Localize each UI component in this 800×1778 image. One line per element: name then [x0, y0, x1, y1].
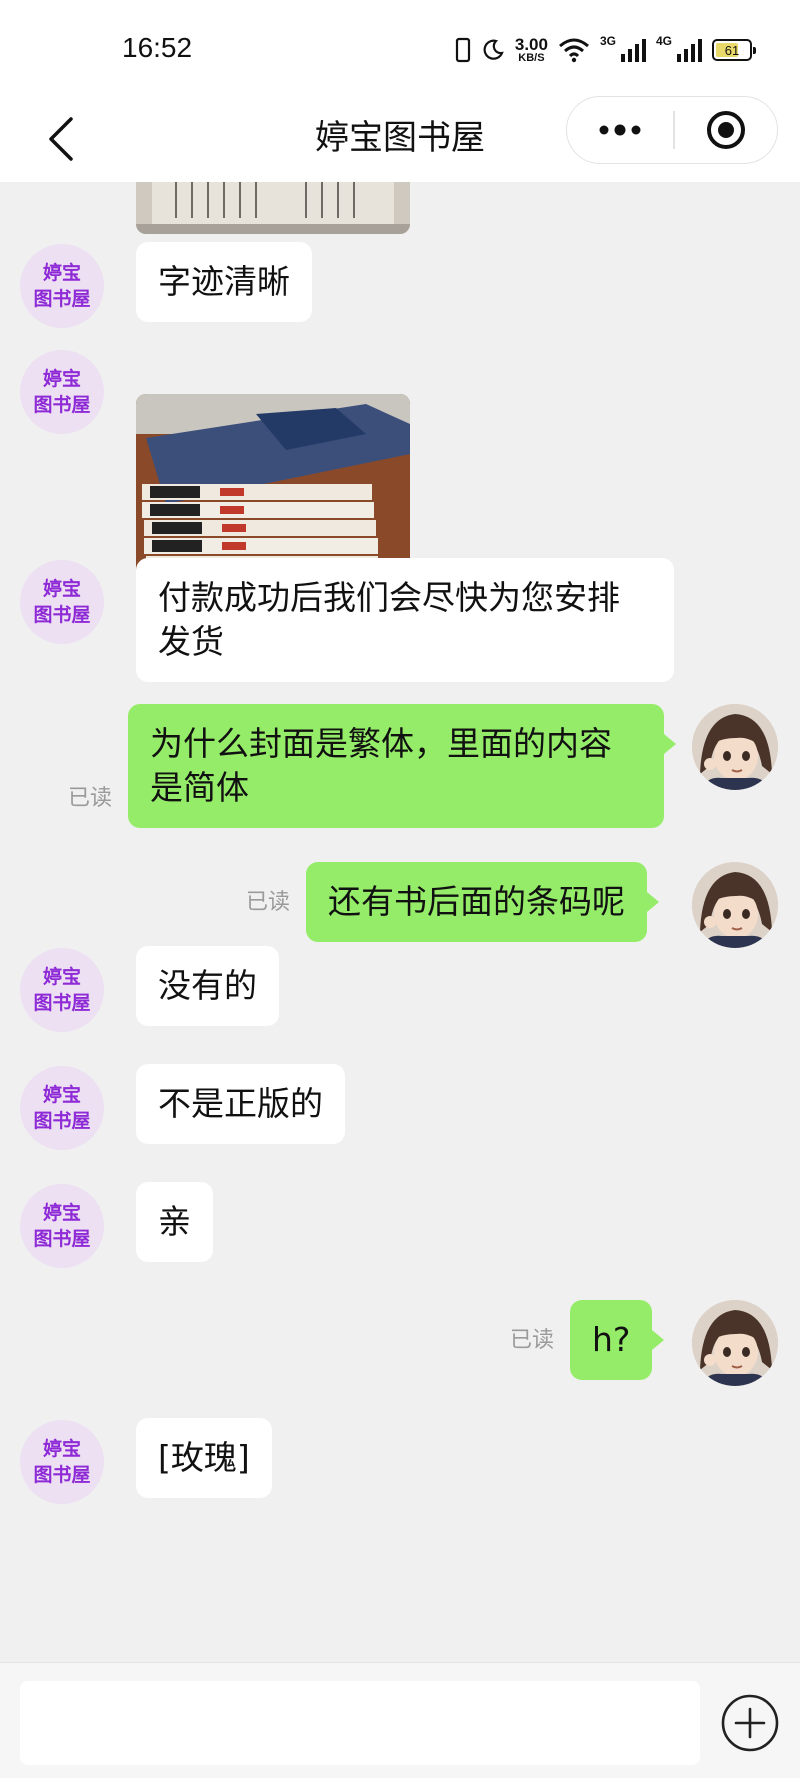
network-speed-unit: KB/S: [518, 52, 545, 64]
status-icons: 3.00 KB/S 3G 4G 61: [455, 32, 756, 68]
read-receipt: 已读: [68, 786, 113, 811]
shop-avatar-line2: 图书屋: [33, 1110, 91, 1132]
status-bar: 16:52 3.00 KB/S 3G 4G 61: [0, 0, 800, 96]
shop-avatar[interactable]: 婷宝 图书屋: [20, 1184, 104, 1268]
shop-avatar-line2: 图书屋: [33, 288, 91, 310]
anime-avatar-image: [692, 862, 778, 948]
shop-avatar-line1: 婷宝: [42, 1438, 81, 1460]
chat-scroll-area[interactable]: 婷宝 图书屋 字迹清晰 婷宝 图书屋 婷宝 图书屋 付款成功后我们会尽快为您安排…: [0, 182, 800, 1662]
network-speed: 3.00 KB/S: [515, 36, 548, 64]
battery-level: 61: [724, 42, 740, 58]
shop-avatar-line1: 婷宝: [42, 966, 81, 988]
close-miniprogram-button[interactable]: [675, 97, 778, 163]
shop-avatar-line2: 图书屋: [33, 1464, 91, 1486]
anime-avatar-image: [692, 1300, 778, 1386]
more-button[interactable]: [567, 97, 673, 163]
user-avatar[interactable]: [692, 1300, 778, 1386]
read-receipt: 已读: [246, 890, 291, 915]
nav-header: 婷宝图书屋: [0, 96, 800, 182]
shop-avatar[interactable]: 婷宝 图书屋: [20, 1420, 104, 1504]
target-close-icon: [706, 111, 745, 149]
input-bar: [0, 1662, 800, 1778]
shop-avatar-line2: 图书屋: [33, 1228, 91, 1250]
more-dots-icon: [599, 124, 641, 136]
shop-avatar-line1: 婷宝: [42, 578, 81, 600]
back-button[interactable]: [30, 106, 90, 172]
shop-avatar[interactable]: 婷宝 图书屋: [20, 350, 104, 434]
shop-avatar-line1: 婷宝: [42, 1084, 81, 1106]
signal-3g-label: 3G: [599, 34, 616, 48]
wifi-icon: [558, 38, 589, 63]
chevron-left-icon: [49, 117, 73, 161]
phone-vibrate-icon: [455, 37, 470, 63]
message-bubble-incoming: 亲: [136, 1182, 213, 1262]
shop-avatar-line1: 婷宝: [42, 368, 81, 390]
signal-4g-label: 4G: [655, 34, 672, 48]
message-bubble-outgoing: 为什么封面是繁体，里面的内容 是简体: [128, 704, 676, 828]
shop-avatar-line2: 图书屋: [33, 394, 91, 416]
book-page-photo: [136, 182, 410, 234]
shop-avatar[interactable]: 婷宝 图书屋: [20, 948, 104, 1032]
moon-icon: [483, 39, 504, 60]
user-avatar[interactable]: [692, 862, 778, 948]
battery-icon: 61: [712, 39, 756, 61]
message-input[interactable]: [20, 1681, 700, 1765]
status-time: 16:52: [122, 32, 193, 63]
image-message-book-page[interactable]: [136, 182, 410, 234]
read-receipt: 已读: [510, 1328, 555, 1353]
miniprogram-capsule: [566, 96, 778, 164]
shop-avatar-line2: 图书屋: [33, 604, 91, 626]
message-bubble-incoming: 没有的: [136, 946, 279, 1026]
message-bubble-incoming: 字迹清晰: [136, 242, 312, 322]
message-bubble-incoming: [玫瑰]: [136, 1418, 272, 1498]
shop-avatar[interactable]: 婷宝 图书屋: [20, 244, 104, 328]
shop-avatar-line2: 图书屋: [33, 992, 91, 1014]
plus-circle-icon: [721, 1694, 779, 1752]
user-avatar[interactable]: [692, 704, 778, 790]
signal-4g-icon: [677, 39, 702, 62]
shop-avatar-line1: 婷宝: [42, 1202, 81, 1224]
network-speed-value: 3.00: [514, 35, 548, 54]
shop-avatar[interactable]: 婷宝 图书屋: [20, 560, 104, 644]
anime-avatar-image: [692, 704, 778, 790]
shop-avatar[interactable]: 婷宝 图书屋: [20, 1066, 104, 1150]
message-bubble-incoming: 付款成功后我们会尽快为您安排 发货: [136, 558, 674, 682]
message-bubble-outgoing: 还有书后面的条码呢: [306, 862, 659, 942]
add-attachment-button[interactable]: [720, 1693, 780, 1753]
message-bubble-incoming: 不是正版的: [136, 1064, 345, 1144]
message-bubble-outgoing: h?: [570, 1300, 665, 1380]
shop-avatar-line1: 婷宝: [42, 262, 81, 284]
signal-3g-icon: [620, 39, 646, 62]
